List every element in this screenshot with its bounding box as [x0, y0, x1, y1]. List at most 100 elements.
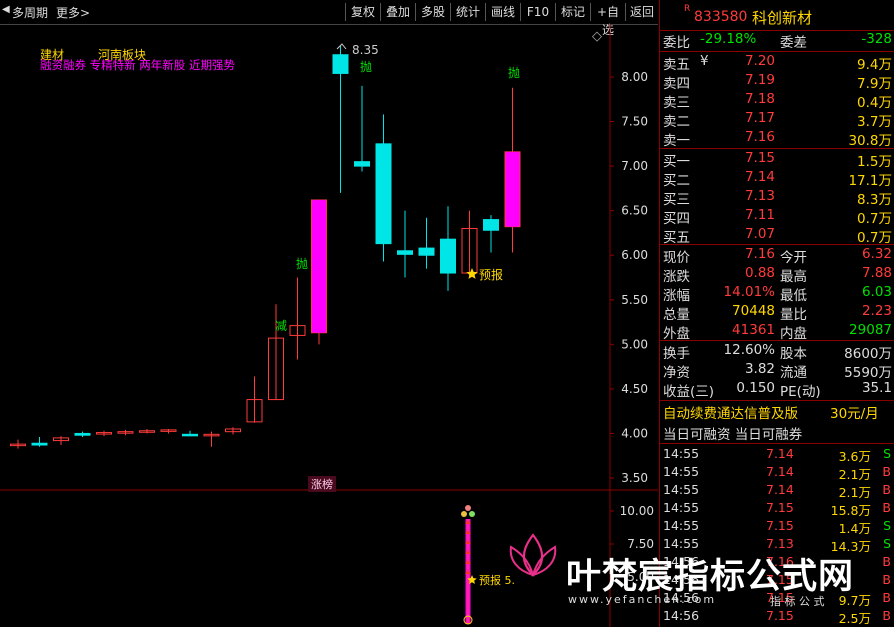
divider: [660, 443, 894, 444]
period-button[interactable]: 多周期: [12, 4, 48, 21]
fund-label: 净资: [663, 365, 690, 381]
ask-volume: 30.8万: [848, 133, 892, 149]
stock-code[interactable]: 833580: [694, 9, 747, 25]
stat-value: 29087: [849, 322, 892, 338]
tick-side: B: [882, 464, 891, 479]
ask-label: 卖五: [663, 57, 690, 73]
candle-body: [354, 161, 370, 167]
tick-row: 14:55 7.15 15.8万 B: [660, 500, 894, 518]
tick-side: B: [882, 590, 891, 605]
bid-row[interactable]: 买二 7.14 17.1万: [660, 169, 894, 189]
tick-side: S: [883, 518, 891, 533]
tick-time: 14:55: [663, 500, 700, 515]
ask-row[interactable]: 卖四 7.19 7.9万: [660, 72, 894, 92]
tick-row: 14:55 7.14 3.6万 S: [660, 446, 894, 464]
bid-row[interactable]: 买五 7.07 0.7万: [660, 226, 894, 246]
ask-row[interactable]: 卖三 7.18 0.4万: [660, 91, 894, 111]
bid-row[interactable]: 买三 7.13 8.3万: [660, 188, 894, 208]
margin-text: 当日可融资 当日可融券: [663, 427, 803, 443]
tick-price: 7.15: [766, 518, 794, 533]
ball-icon: [469, 511, 475, 517]
limit-up-badge: 涨榜: [308, 476, 336, 492]
sell-mark: 抛: [360, 59, 372, 74]
tick-row: 14:55 7.14 2.1万 B: [660, 482, 894, 500]
chevron-left-icon[interactable]: ◀: [2, 4, 10, 15]
stat-label: 量比: [780, 307, 807, 323]
bid-label: 买二: [663, 173, 690, 189]
tick-time: 14:55: [663, 464, 700, 479]
multi-stock-button[interactable]: 多股: [415, 3, 450, 21]
add-watchlist-button[interactable]: +自选: [590, 3, 625, 37]
diamond-icon[interactable]: ◇: [592, 29, 602, 44]
stat-value: 41361: [732, 322, 775, 338]
fund-label: PE(动): [780, 384, 821, 400]
ask-row[interactable]: 卖一 7.16 30.8万: [660, 129, 894, 149]
bid-row[interactable]: 买四 7.11 0.7万: [660, 207, 894, 227]
y-tick-label: 4.50: [621, 382, 648, 396]
fund-label: 流通: [780, 365, 807, 381]
stat-label: 今开: [780, 250, 807, 266]
tick-time: 14:55: [663, 482, 700, 497]
y-tick-label: 5.00: [621, 337, 648, 351]
mark-button[interactable]: 标记: [555, 3, 590, 21]
stats-button[interactable]: 统计: [450, 3, 485, 21]
ad-row[interactable]: 自动续费通达信普及版 30元/月: [660, 402, 894, 422]
stat-value: 7.16: [744, 246, 775, 262]
divider: [660, 244, 894, 245]
more-button[interactable]: 更多>: [56, 4, 90, 21]
ask-row[interactable]: 卖五 ¥ 7.20 9.4万: [660, 53, 894, 73]
stat-label: 涨跌: [663, 269, 690, 285]
y-tick-label: 8.00: [621, 70, 648, 84]
bid-volume: 0.7万: [857, 211, 892, 227]
candle-body-fill: [313, 199, 325, 333]
commit-ratio-label: 委比: [663, 35, 690, 51]
commit-ratio-value: -29.18%: [700, 31, 757, 47]
fund-value: 8600万: [844, 346, 892, 362]
watermark-sub: 指 标 公 式: [770, 595, 825, 608]
candle-body: [74, 432, 91, 436]
ad-text[interactable]: 自动续费通达信普及版: [663, 402, 798, 422]
fund-label: 换手: [663, 346, 690, 362]
candle-body: [440, 238, 456, 274]
back-button[interactable]: 返回: [625, 3, 658, 21]
tick-price: 7.15: [766, 608, 794, 623]
fund-row: 换手 12.60% 股本 8600万: [660, 342, 894, 362]
ask-label: 卖三: [663, 95, 690, 111]
stat-row: 外盘 41361 内盘 29087: [660, 322, 894, 342]
candle-body: [31, 442, 48, 446]
stat-label: 最低: [780, 288, 807, 304]
bid-row[interactable]: 买一 7.15 1.5万: [660, 150, 894, 170]
bid-price: 7.14: [744, 169, 775, 185]
sell-mark: 抛: [296, 256, 308, 271]
stat-label: 内盘: [780, 326, 807, 342]
bid-volume: 17.1万: [848, 173, 892, 189]
sell-mark: 抛: [508, 65, 520, 80]
divider: [660, 400, 894, 401]
overlay-button[interactable]: 叠加: [380, 3, 415, 21]
y-tick-label: 4.00: [621, 426, 648, 440]
stat-value: 6.32: [861, 246, 892, 262]
stat-row: 涨跌 0.88 最高 7.88: [660, 265, 894, 285]
tick-time: 14:55: [663, 518, 700, 533]
commit-diff-label: 委差: [780, 35, 807, 51]
stock-name[interactable]: 科创新材: [752, 7, 812, 28]
restore-right-button[interactable]: 复权: [345, 3, 380, 21]
candle-body: [397, 250, 413, 255]
candle-body: [375, 143, 392, 245]
ad-price[interactable]: 30元/月: [830, 402, 879, 422]
bid-price: 7.13: [744, 188, 775, 204]
bid-price: 7.11: [744, 207, 775, 223]
y-tick-label: 6.00: [621, 248, 648, 262]
stat-row: 现价 7.16 今开 6.32: [660, 246, 894, 266]
divider: [660, 148, 894, 149]
stat-value: 70448: [732, 303, 775, 319]
stat-label: 现价: [663, 250, 690, 266]
tick-side: B: [882, 608, 891, 623]
tick-volume: 2.5万: [838, 611, 871, 626]
draw-line-button[interactable]: 画线: [485, 3, 520, 21]
fund-row: 净资 3.82 流通 5590万: [660, 361, 894, 381]
ask-row[interactable]: 卖二 7.17 3.7万: [660, 110, 894, 130]
tick-row: 14:55 7.15 1.4万 S: [660, 518, 894, 536]
tick-volume: 2.1万: [838, 485, 871, 500]
f10-button[interactable]: F10: [520, 3, 555, 21]
